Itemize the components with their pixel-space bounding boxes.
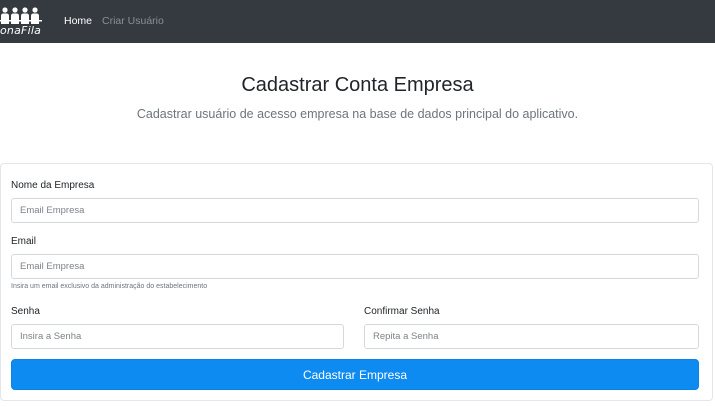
page-lead: Cadastrar usuário de acesso empresa na b…: [136, 107, 579, 121]
confirmar-senha-label: Confirmar Senha: [364, 306, 440, 317]
senha-input[interactable]: [11, 324, 344, 349]
nav-criar-usuario-link[interactable]: Criar Usuário: [102, 15, 164, 27]
cadastrar-empresa-button[interactable]: Cadastrar Empresa: [11, 359, 699, 390]
logo[interactable]: onaFila: [0, 7, 48, 37]
nav-home-link[interactable]: Home: [64, 15, 92, 27]
logo-text: onaFila: [0, 24, 42, 37]
email-help-text: Insira um email exclusivo da administraç…: [11, 283, 208, 290]
people-queue-icon: [0, 7, 42, 24]
email-input[interactable]: [11, 254, 699, 279]
navbar: onaFila Home Criar Usuário: [0, 0, 715, 43]
page-title: Cadastrar Conta Empresa: [241, 74, 474, 96]
nome-empresa-input[interactable]: [11, 198, 699, 223]
nome-empresa-label: Nome da Empresa: [11, 180, 95, 191]
email-label: Email: [11, 236, 37, 247]
senha-label: Senha: [11, 306, 40, 317]
confirmar-senha-input[interactable]: [364, 324, 699, 349]
